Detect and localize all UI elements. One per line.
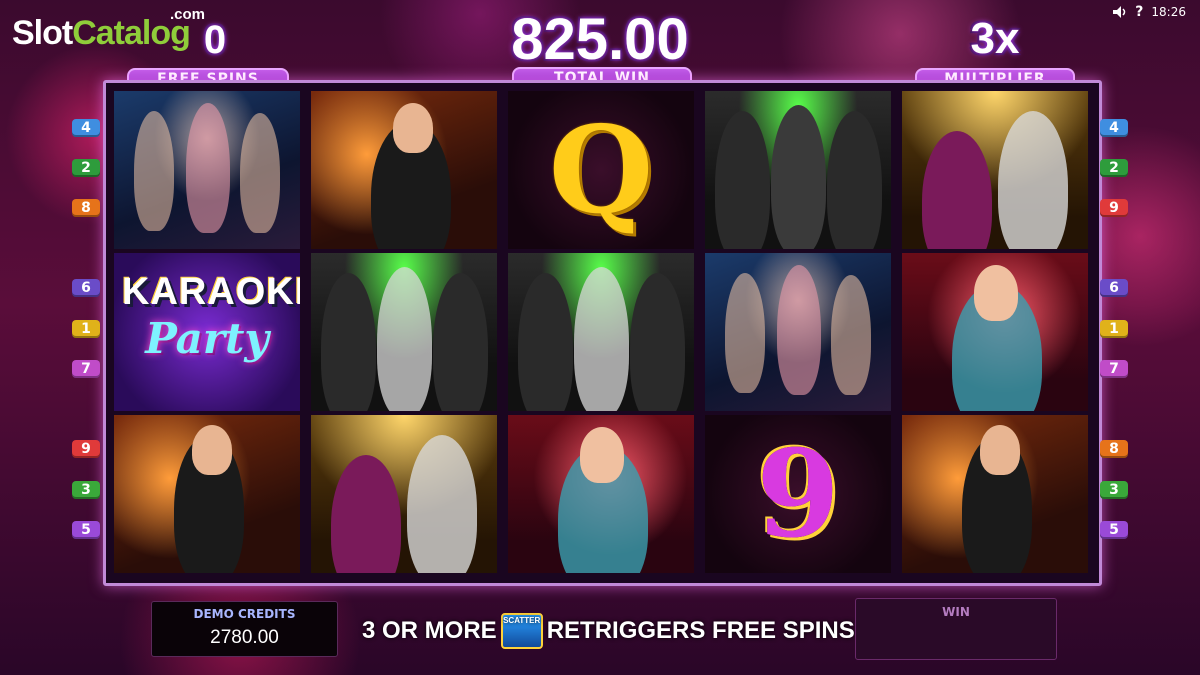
symbol-duet-couple [902, 91, 1088, 249]
reel-5 [902, 91, 1088, 573]
slotcatalog-logo: SlotCatalog .com [12, 6, 205, 53]
status-bar: ? 18:26 [1113, 4, 1186, 20]
symbol-nine: 9 [705, 415, 891, 573]
help-button[interactable]: ? [1135, 4, 1143, 20]
payline-left-7[interactable]: 7 [72, 360, 100, 378]
symbol-boy-band [705, 91, 891, 249]
reel-1: KARAOKE Party [114, 91, 300, 573]
reel-2 [311, 91, 497, 573]
payline-right-6[interactable]: 6 [1100, 279, 1128, 297]
win-display: WIN [855, 598, 1057, 660]
clock: 18:26 [1151, 5, 1186, 19]
symbol-karaoke-party-logo: KARAOKE Party [114, 253, 300, 411]
payline-right-1[interactable]: 1 [1100, 320, 1128, 338]
payline-left-9[interactable]: 9 [72, 440, 100, 458]
payline-right-2[interactable]: 2 [1100, 159, 1128, 177]
symbol-male-singer [311, 91, 497, 249]
symbol-q: Q [508, 91, 694, 249]
payline-left-4[interactable]: 4 [72, 119, 100, 137]
symbol-boy-band [508, 253, 694, 411]
scatter-icon: SCATTER [500, 613, 543, 649]
symbol-dancers [114, 91, 300, 249]
payline-right-4[interactable]: 4 [1100, 119, 1128, 137]
payline-right-5[interactable]: 5 [1100, 521, 1128, 539]
scatter-icon-text: SCATTER [503, 616, 541, 625]
logo-slot-text: Slot [12, 14, 73, 52]
credits-display: DEMO CREDITS 2780.00 [151, 601, 338, 657]
payline-right-8[interactable]: 8 [1100, 440, 1128, 458]
reel-3: Q [508, 91, 694, 573]
symbol-male-singer [114, 415, 300, 573]
payline-left-8[interactable]: 8 [72, 199, 100, 217]
payline-right-9[interactable]: 9 [1100, 199, 1128, 217]
symbol-female-singer [902, 253, 1088, 411]
message-pre: 3 OR MORE [362, 617, 497, 644]
multiplier-value: 3x [970, 14, 1020, 63]
symbol-male-singer [902, 415, 1088, 573]
reel-frame: KARAOKE Party Q [103, 80, 1102, 586]
win-label: WIN [942, 605, 970, 619]
karaoke-title: KARAOKE [122, 271, 300, 313]
symbol-duet-couple [311, 415, 497, 573]
speaker-icon[interactable] [1113, 6, 1127, 18]
free-spins-value: 0 [203, 18, 227, 62]
symbol-dancers [705, 253, 891, 411]
payline-right-3[interactable]: 3 [1100, 481, 1128, 499]
total-win-value: 825.00 [511, 7, 689, 72]
payline-left-5[interactable]: 5 [72, 521, 100, 539]
q-letter: Q [548, 99, 654, 241]
payline-left-2[interactable]: 2 [72, 159, 100, 177]
symbol-female-singer [508, 415, 694, 573]
party-title: Party [145, 314, 269, 363]
info-message: 3 OR MORE SCATTER RETRIGGERS FREE SPINS [362, 613, 855, 649]
nine-numeral: 9 [756, 423, 840, 565]
payline-left-3[interactable]: 3 [72, 481, 100, 499]
reel-4: 9 [705, 91, 891, 573]
credits-value: 2780.00 [210, 627, 279, 648]
symbol-boy-band [311, 253, 497, 411]
payline-left-6[interactable]: 6 [72, 279, 100, 297]
payline-right-7[interactable]: 7 [1100, 360, 1128, 378]
payline-left-1[interactable]: 1 [72, 320, 100, 338]
credits-label: DEMO CREDITS [193, 607, 296, 621]
message-post: RETRIGGERS FREE SPINS [546, 617, 855, 644]
